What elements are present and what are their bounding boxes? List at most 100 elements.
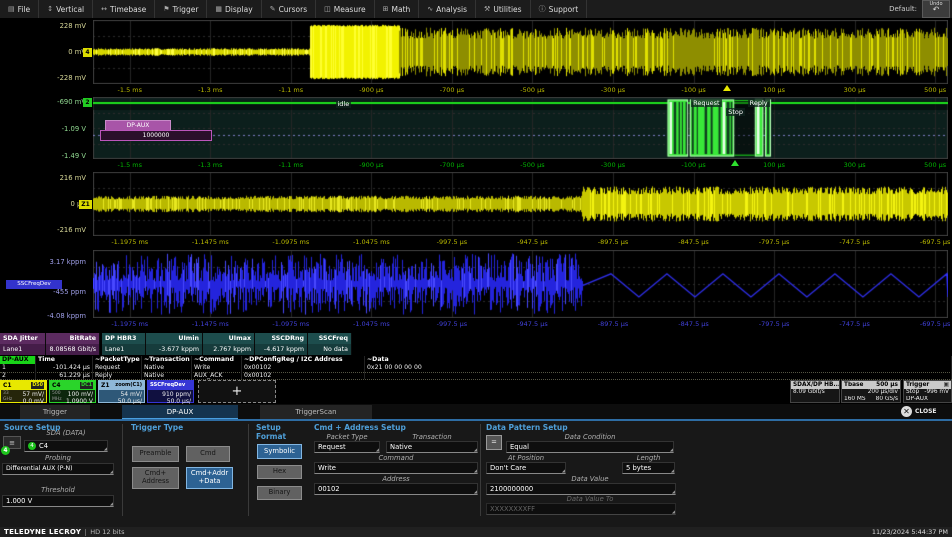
panel-dpaux-decode-plot[interactable] [93,97,948,159]
decode-cell: Reply [93,372,142,380]
length-dropdown[interactable]: 5 bytes [622,462,675,474]
panel-c4-overview-vlabel: -228 mV [0,74,86,82]
panel-sscfreqdev-plot[interactable] [93,250,948,318]
menu-item-label: Support [549,5,579,14]
preamble-button[interactable]: Preamble [132,446,179,462]
menu-item-file[interactable]: ▤File [0,0,39,18]
decode-cell: 61.229 µs [36,372,93,380]
dp-hbr3-header[interactable]: DP HBR3UIminUImaxSSCDRngSSCFreq [102,333,352,344]
decode-header-cell[interactable]: Time [36,356,93,364]
at-position-dropdown[interactable]: Don't Care [486,462,566,474]
datetime-label: 11/23/2024 5:44:37 PM [872,528,948,536]
menu-item-cursors[interactable]: ✎Cursors [262,0,316,18]
trace-descriptor-z1[interactable]: Z1zoom(C1)54 mV/50.0 µs/ [98,380,145,403]
timebase-info-box[interactable]: Tbase500 µs200 µs/div160 MS80 GS/s [841,380,901,403]
menu-item-timebase[interactable]: ↔Timebase [93,0,155,18]
data-value-field[interactable]: 2100000000 [486,483,676,495]
trigger-icon: ⚑ [163,5,169,13]
trigger-position-marker[interactable] [723,85,731,91]
menu-item-trigger[interactable]: ⚑Trigger [155,0,207,18]
decode-header-row[interactable]: DP-AUXTime~PacketType~Transaction~Comman… [0,356,952,364]
trace-descriptor-sscfreqdev[interactable]: SSCFreqDev910 ppm/50.0 µs/ [147,380,194,403]
cmd-address-button[interactable]: Cmd+ Address [132,467,179,489]
support-icon: ⓘ [539,4,546,14]
panel-dpaux-decode-vlabel: -1.09 V [0,125,86,133]
menu-bar: ▤File↕Vertical↔Timebase⚑Trigger▦Display✎… [0,0,952,19]
menu-item-measure[interactable]: ◫Measure [316,0,375,18]
menu-item-display[interactable]: ▦Display [207,0,261,18]
trigger-info-box[interactable]: Trigger▣Stop-996 mVDP-AUX [903,380,952,403]
symbolic-button[interactable]: Symbolic [257,444,302,459]
sda-jitter-header[interactable]: SDA JitterBitRate [0,333,100,344]
sda-source-dropdown[interactable]: 4C4 [24,440,108,452]
decode-annotation-reply: Reply [748,99,770,107]
panel-z1-zoom-vlabel: -216 mV [0,226,86,234]
menu-item-label: Display [225,5,253,14]
decode-cell: 2 [0,372,36,380]
hex-button[interactable]: Hex [257,465,302,479]
menu-item-support[interactable]: ⓘSupport [531,0,588,18]
decode-cell: 0x21 00 00 00 00 [365,364,952,372]
cmd-button[interactable]: Cmd [186,446,230,462]
binary-button[interactable]: Binary [257,486,302,500]
sdax-info-box[interactable]: SDAX/DP HB...8.09 Gbit/s [790,380,840,403]
equals-condition-button[interactable]: = [486,435,502,450]
probing-dropdown[interactable]: Differential AUX (P-N) [2,463,114,475]
descriptor-values: 100 mV/1.0900 V [62,391,93,404]
channel-marker-4[interactable]: 4 [83,48,92,57]
menu-item-label: Utilities [493,5,521,14]
tab-dp-aux[interactable]: DP-AUX [122,405,238,420]
menu-item-utilities[interactable]: ⚒Utilities [476,0,531,18]
utilities-icon: ⚒ [484,5,490,13]
address-field[interactable]: 00102 [314,483,478,495]
decode-header-cell[interactable]: ~Command [192,356,242,364]
descriptor-title: C1 [3,381,12,390]
menu-item-label: Cursors [279,5,308,14]
sscfreqdev-tag: SSCFreqDev [6,280,62,289]
descriptor-bandwidth: 500MHz [52,391,62,404]
channel-marker-z1[interactable]: Z1 [79,200,92,209]
time-tick-label: -100 µs [662,86,726,94]
menu-item-math[interactable]: ⊞Math [375,0,420,18]
panel-c4-overview-plot[interactable] [93,20,948,84]
analysis-icon: ∿ [427,5,433,13]
decode-header-cell[interactable]: ~PacketType [93,356,142,364]
transaction-dropdown[interactable]: Native [386,441,478,453]
close-dialog-button[interactable]: ✕ CLOSE [901,406,937,417]
decode-row-2[interactable]: 261.229 µsReplyNativeAUX_ACK0x00102 [0,372,952,381]
decode-header-cell[interactable]: ~Data [365,356,952,364]
timebase-scale: 200 µs/div [842,389,900,396]
undo-button[interactable]: Undo↶ [922,0,950,18]
threshold-field[interactable]: 1.000 V [2,495,114,507]
trace-descriptor-c1[interactable]: C1D5033GHz57 mV/0.0 mV [0,380,47,403]
packet-type-dropdown[interactable]: Request [314,441,380,453]
add-trace-button[interactable]: + [198,380,276,403]
time-tick-label: -700 µs [420,86,484,94]
dp-hbr3-row-cell: 2.767 kppm [203,344,255,355]
tab-triggerscan[interactable]: TriggerScan [260,405,372,420]
channel-marker-2[interactable]: 2 [83,98,92,107]
decode-cell: AUX_ACK [192,372,242,380]
channel-4-dot-icon: 4 [28,442,36,450]
trace-descriptor-c4[interactable]: C4DC1500MHz100 mV/1.0900 V [49,380,96,403]
descriptor-subtitle: zoom(C1) [115,381,142,390]
cmd-addr-data-button[interactable]: Cmd+Addr +Data [186,467,233,489]
trigger-position-marker[interactable] [731,160,739,166]
decode-header-cell[interactable]: ~DPConfigReg / I2C Address [242,356,365,364]
sda-jitter-row[interactable]: Lane18.08568 Gbit/s [0,344,100,355]
data-condition-dropdown[interactable]: Equal [506,441,674,453]
decode-header-cell[interactable]: ~Transaction [142,356,192,364]
decode-cell [365,372,952,380]
dp-hbr3-row[interactable]: Lane1-3.677 kppm2.767 kppm-4.617 kppmNo … [102,344,352,355]
brand-logo: TELEDYNE LECROY [4,528,81,536]
trigger-source: DP-AUX [904,396,951,403]
tab-trigger[interactable]: Trigger [20,405,90,420]
menu-item-analysis[interactable]: ∿Analysis [419,0,476,18]
panel-z1-zoom-plot[interactable] [93,172,948,236]
command-dropdown[interactable]: Write [314,462,478,474]
trace-tag: 1000000 [100,130,212,141]
descriptor-body: 500MHz100 mV/1.0900 V [50,390,95,404]
time-tick-label: -897.5 µs [581,238,645,246]
menu-item-vertical[interactable]: ↕Vertical [39,0,93,18]
time-tick-label: -1.1475 ms [178,238,242,246]
